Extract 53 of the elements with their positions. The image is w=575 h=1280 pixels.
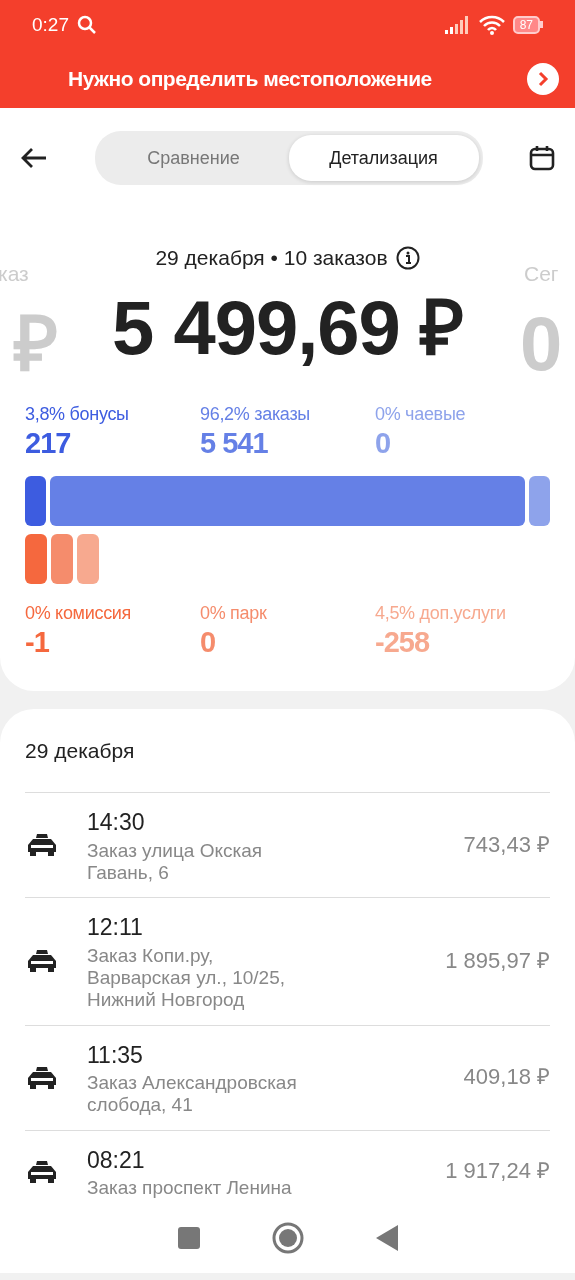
bar-segment (529, 475, 550, 526)
calendar-button[interactable] (529, 145, 555, 171)
segment-tab[interactable]: Детализация (288, 135, 479, 181)
chevron-right-icon (536, 71, 550, 87)
taxi-icon (25, 948, 59, 973)
info-icon[interactable] (395, 245, 420, 270)
breakdown-label: 96,2% заказы (200, 403, 311, 426)
location-banner-text: Нужно определить местоположение (68, 66, 432, 93)
order-address: Заказ улица Окская Гавань, 6 (87, 839, 264, 884)
battery-icon: 87 (512, 15, 543, 35)
home-button[interactable] (271, 1222, 304, 1255)
taxi-icon (25, 1064, 59, 1089)
order-price: 1 917,24 ₽ (445, 1157, 550, 1186)
breakdown-label: 0% комиссия (25, 601, 133, 625)
order-address: Заказ Копи.ру, Варварская ул., 10/25, Нижний Новгород (87, 944, 286, 1011)
signal-icon (444, 16, 471, 34)
breakdown-label: 3,8% бонусы (25, 403, 130, 426)
order-price: 743,43 ₽ (463, 830, 550, 859)
breakdown-value: -1 (25, 626, 50, 659)
back-nav-button[interactable] (375, 1225, 398, 1252)
order-address: Заказ Александровская слобода, 41 (87, 1072, 298, 1116)
order-price: 409,18 ₽ (463, 1063, 550, 1092)
breakdown-label: 4,5% доп.услуги (375, 601, 507, 625)
bar-segment (25, 533, 47, 584)
order-time: 12:11 (87, 913, 144, 943)
bar-segment (25, 475, 46, 526)
breakdown-value: 0 (375, 428, 392, 460)
orders-date-heading: 29 декабря (25, 708, 550, 794)
breakdown-value: -258 (375, 626, 431, 659)
recents-button[interactable] (177, 1227, 200, 1250)
back-button[interactable] (20, 146, 48, 170)
bar-segment (51, 533, 73, 584)
breakdown-label: 0% парк (200, 601, 268, 625)
order-time: 14:30 (87, 808, 146, 838)
search-icon (77, 15, 97, 35)
segment-tab[interactable]: Сравнение (98, 135, 289, 181)
breakdown-value: 0 (200, 626, 217, 659)
order-time: 11:35 (87, 1040, 144, 1070)
breakdown-value: 217 (25, 428, 72, 460)
taxi-icon (25, 1158, 59, 1183)
location-button[interactable] (527, 63, 559, 95)
order-address: Заказ проспект Ленина (87, 1177, 293, 1200)
clock: 0:27 (32, 12, 69, 37)
day-total-amount: 5 499,69 ₽ (112, 289, 463, 366)
order-price: 1 895,97 ₽ (445, 947, 550, 975)
order-time: 08:21 (87, 1145, 146, 1175)
previous-day-amount: ₽ (14, 306, 57, 382)
wifi-icon (478, 15, 505, 35)
breakdown-label: 0% чаевые (375, 403, 467, 426)
taxi-icon (25, 832, 59, 857)
breakdown-value: 5 541 (200, 428, 269, 460)
day-summary-caption: 29 декабря • 10 заказов (155, 245, 388, 271)
bar-segment (77, 533, 99, 584)
